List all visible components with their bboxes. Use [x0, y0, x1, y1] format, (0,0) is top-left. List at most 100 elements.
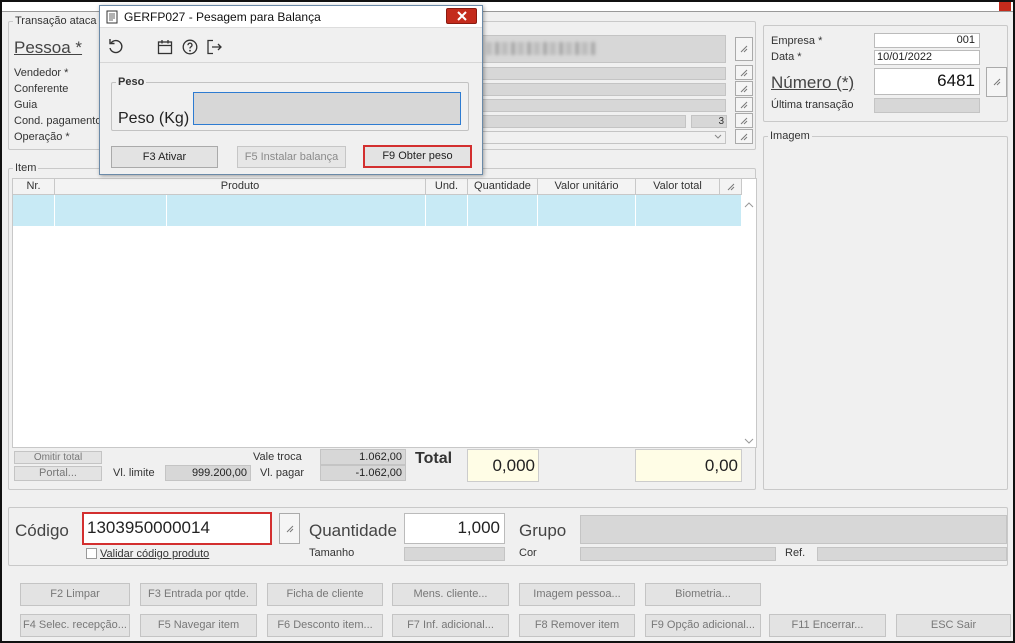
codigo-input[interactable]: 1303950000014 [82, 512, 272, 545]
f11-encerrar-button[interactable]: F11 Encerrar... [769, 614, 886, 637]
search-arrow-icon [740, 117, 748, 124]
biometria-button[interactable]: Biometria... [645, 583, 761, 606]
refresh-icon[interactable] [107, 38, 124, 55]
f3-ativar-button[interactable]: F3 Ativar [111, 146, 218, 168]
empresa-field[interactable]: 001 [874, 33, 980, 48]
dialog-close-button[interactable] [446, 8, 477, 24]
numero-search-button[interactable] [986, 67, 1007, 97]
esc-sair-button[interactable]: ESC Sair [896, 614, 1011, 637]
guia-field[interactable] [480, 99, 726, 112]
f5-navegar-item-button[interactable]: F5 Navegar item [140, 614, 257, 637]
mens-cliente-button[interactable]: Mens. cliente... [392, 583, 509, 606]
table-row-cell[interactable] [426, 195, 468, 226]
ultima-transacao-label: Última transação [771, 99, 854, 111]
cor-label: Cor [519, 547, 537, 559]
vendedor-label: Vendedor * [14, 67, 69, 79]
grupo-field [580, 515, 1007, 544]
main-close-icon[interactable] [999, 2, 1011, 11]
validar-checkbox[interactable] [86, 548, 97, 559]
grid-scrollbar[interactable] [742, 195, 756, 447]
ref-field [817, 547, 1007, 561]
search-arrow-icon [993, 78, 1000, 86]
dialog-titlebar[interactable]: GERFP027 - Pesagem para Balança [100, 6, 482, 28]
table-row-cell[interactable] [636, 195, 742, 226]
f7-inf-adicional-button[interactable]: F7 Inf. adicional... [392, 614, 509, 637]
person-name-blurred [486, 42, 596, 55]
tamanho-field [404, 547, 505, 561]
operacao-label: Operação * [14, 131, 70, 143]
empresa-label: Empresa * [771, 35, 823, 47]
close-icon [456, 11, 467, 21]
imagem-pessoa-button[interactable]: Imagem pessoa... [519, 583, 635, 606]
document-icon [106, 10, 118, 24]
table-row-cell[interactable] [167, 195, 426, 226]
vendedor-field[interactable] [480, 67, 726, 80]
help-icon[interactable] [182, 39, 198, 55]
quantidade-input[interactable]: 1,000 [404, 513, 505, 544]
f8-remover-item-button[interactable]: F8 Remover item [519, 614, 635, 637]
col-quantidade[interactable]: Quantidade [468, 179, 538, 195]
search-arrow-icon [740, 133, 748, 140]
col-und[interactable]: Und. [426, 179, 468, 195]
data-label: Data * [771, 51, 802, 63]
col-valor-total[interactable]: Valor total [636, 179, 720, 195]
search-arrow-icon [740, 101, 748, 108]
conferente-search-button[interactable] [735, 81, 753, 96]
cor-field [580, 547, 776, 561]
guia-label: Guia [14, 99, 38, 111]
cond-pagamento-field[interactable] [480, 115, 686, 128]
codigo-search-button[interactable] [279, 513, 300, 544]
cond-pagamento-number[interactable]: 3 [691, 115, 727, 128]
f4-selec-recepcao-button[interactable]: F4 Selec. recepção... [20, 614, 130, 637]
table-row-cell[interactable] [538, 195, 636, 226]
person-search-button[interactable] [735, 37, 753, 61]
f9-obter-peso-button[interactable]: F9 Obter peso [363, 145, 472, 168]
vale-troca-label: Vale troca [253, 451, 302, 463]
f6-desconto-item-button[interactable]: F6 Desconto item... [267, 614, 383, 637]
operacao-search-button[interactable] [735, 129, 753, 144]
item-group-label: Item [15, 162, 37, 174]
search-arrow-icon [727, 183, 734, 191]
f9-opcao-adicional-button[interactable]: F9 Opção adicional... [645, 614, 761, 637]
conferente-field[interactable] [480, 83, 726, 96]
search-arrow-icon [740, 85, 748, 92]
data-field[interactable]: 10/01/2022 [874, 50, 980, 65]
col-valor-unitario[interactable]: Valor unitário [538, 179, 636, 195]
tamanho-label: Tamanho [309, 547, 355, 559]
validar-label[interactable]: Validar código produto [100, 548, 209, 560]
chevron-down-icon[interactable] [713, 132, 723, 142]
total-value-field: 0,00 [635, 449, 742, 482]
vale-troca-field: 1.062,00 [320, 449, 406, 465]
vl-limite-field: 999.200,00 [165, 465, 251, 481]
col-produto[interactable]: Produto [55, 179, 426, 195]
total-label: Total [415, 450, 453, 467]
f3-entrada-button[interactable]: F3 Entrada por qtde. [140, 583, 257, 606]
f5-instalar-balanca-button[interactable]: F5 Instalar balança [237, 146, 346, 168]
validar-label-text: Validar código produto [100, 548, 210, 560]
operacao-select[interactable] [480, 131, 726, 144]
guia-search-button[interactable] [735, 97, 753, 112]
exit-icon[interactable] [206, 39, 223, 55]
cond-pagamento-search-button[interactable] [735, 113, 753, 128]
table-row-cell[interactable] [13, 195, 55, 226]
calendar-icon[interactable] [157, 39, 173, 55]
portal-button[interactable]: Portal... [14, 466, 102, 481]
numero-label: Número (*) [771, 73, 855, 92]
header-group-label: Transação ataca [15, 15, 97, 27]
vendedor-search-button[interactable] [735, 65, 753, 80]
omitir-total-button[interactable]: Omitir total [14, 451, 102, 464]
f2-limpar-button[interactable]: F2 Limpar [20, 583, 130, 606]
quantidade-label: Quantidade [309, 521, 397, 540]
peso-input[interactable] [193, 92, 461, 125]
numero-field[interactable]: 6481 [874, 68, 980, 95]
ficha-cliente-button[interactable]: Ficha de cliente [267, 583, 383, 606]
dialog-title: GERFP027 - Pesagem para Balança [124, 10, 321, 24]
item-grid[interactable]: Nr. Produto Und. Quantidade Valor unitár… [12, 178, 757, 448]
col-config-button[interactable] [720, 179, 742, 195]
vl-limite-label: Vl. limite [113, 467, 155, 479]
peso-kg-label: Peso (Kg) [118, 110, 190, 127]
imagem-group: Imagem [763, 130, 1008, 490]
toolbar-divider [100, 62, 482, 63]
table-row-cell[interactable] [55, 195, 167, 226]
table-row-cell[interactable] [468, 195, 538, 226]
